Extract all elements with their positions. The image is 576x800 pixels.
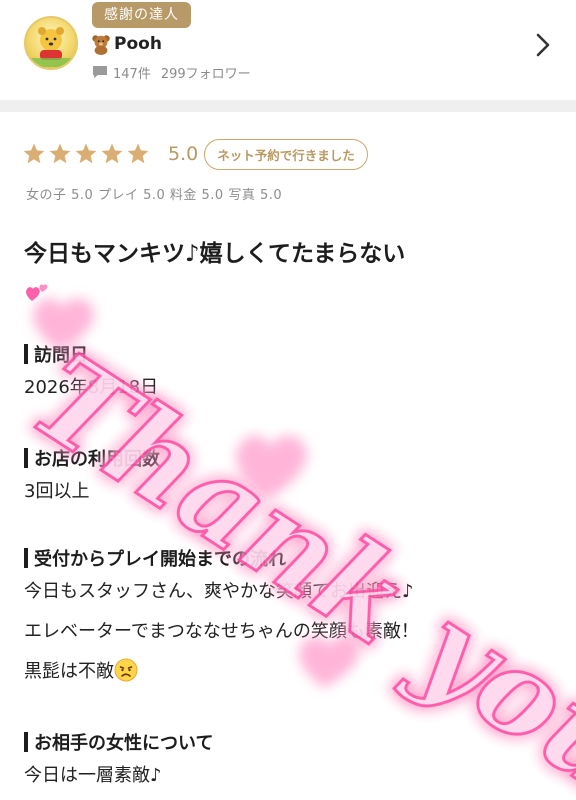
section-text-line: 黒髭は不敵	[24, 652, 554, 692]
sub-ratings: 女の子 5.0 プレイ 5.0 料金 5.0 写真 5.0	[26, 188, 283, 203]
star-icon	[49, 143, 71, 164]
pooh-avatar-icon[interactable]	[24, 16, 78, 70]
chevron-right-icon[interactable]	[532, 30, 554, 60]
section-divider	[0, 100, 576, 112]
section-heading: 受付からプレイ開始までの流れ	[34, 549, 286, 570]
star-rating	[22, 142, 152, 166]
star-icon	[75, 143, 97, 164]
review-title-text: 今日もマンキツ♪嬉しくてたまらない	[24, 241, 406, 267]
section-text: エレベーターでまつななせちゃんの笑顔も素敵！	[24, 621, 419, 642]
section-heading: 訪問日	[34, 345, 88, 366]
star-icon	[127, 143, 149, 164]
heading-bar	[24, 344, 28, 364]
two-hearts-icon	[26, 284, 48, 301]
section-heading: お店の利用回数	[34, 449, 160, 470]
section-visit-count: お店の利用回数 3回以上	[24, 444, 554, 512]
heading-bar	[24, 732, 28, 752]
section-about-partner: お相手の女性について 今日は一層素敵♪	[24, 728, 554, 796]
heading-bar	[24, 448, 28, 468]
star-icon	[101, 143, 123, 164]
heading-bar	[24, 548, 28, 568]
section-text: 2026年8月18日	[24, 377, 159, 398]
frowning-face-icon	[114, 658, 138, 682]
section-text: 3回以上	[24, 481, 90, 502]
expert-badge: 感謝の達人	[92, 2, 191, 28]
section-visit-date: 訪問日 2026年8月18日	[24, 340, 554, 408]
overall-score: 5.0	[168, 143, 199, 165]
teddy-bear-icon	[92, 35, 110, 55]
star-icon	[23, 143, 45, 164]
username[interactable]: Pooh	[114, 34, 162, 54]
rating-row: 5.0 ネット予約で行きました	[22, 138, 368, 170]
section-reception-flow: 受付からプレイ開始までの流れ 今日もスタッフさん、爽やかな笑顔でお出迎え♪ エレ…	[24, 544, 554, 692]
section-text: 今日は一層素敵♪	[24, 765, 162, 786]
post-count: 147件	[113, 66, 151, 82]
section-text: 今日もスタッフさん、爽やかな笑顔でお出迎え♪	[24, 581, 414, 602]
section-text: 黒髭は不敵	[24, 661, 114, 682]
review-title: 今日もマンキツ♪嬉しくてたまらない	[24, 234, 544, 314]
section-heading: お相手の女性について	[34, 733, 214, 754]
comment-icon	[93, 66, 107, 78]
visit-method-tag: ネット予約で行きました	[204, 138, 368, 170]
follower-count: 299フォロワー	[160, 66, 251, 82]
reviewer-profile[interactable]: 感謝の達人 Pooh 147件 299フォロワー	[0, 0, 576, 100]
reviewer-stats: 147件 299フォロワー	[92, 62, 261, 82]
